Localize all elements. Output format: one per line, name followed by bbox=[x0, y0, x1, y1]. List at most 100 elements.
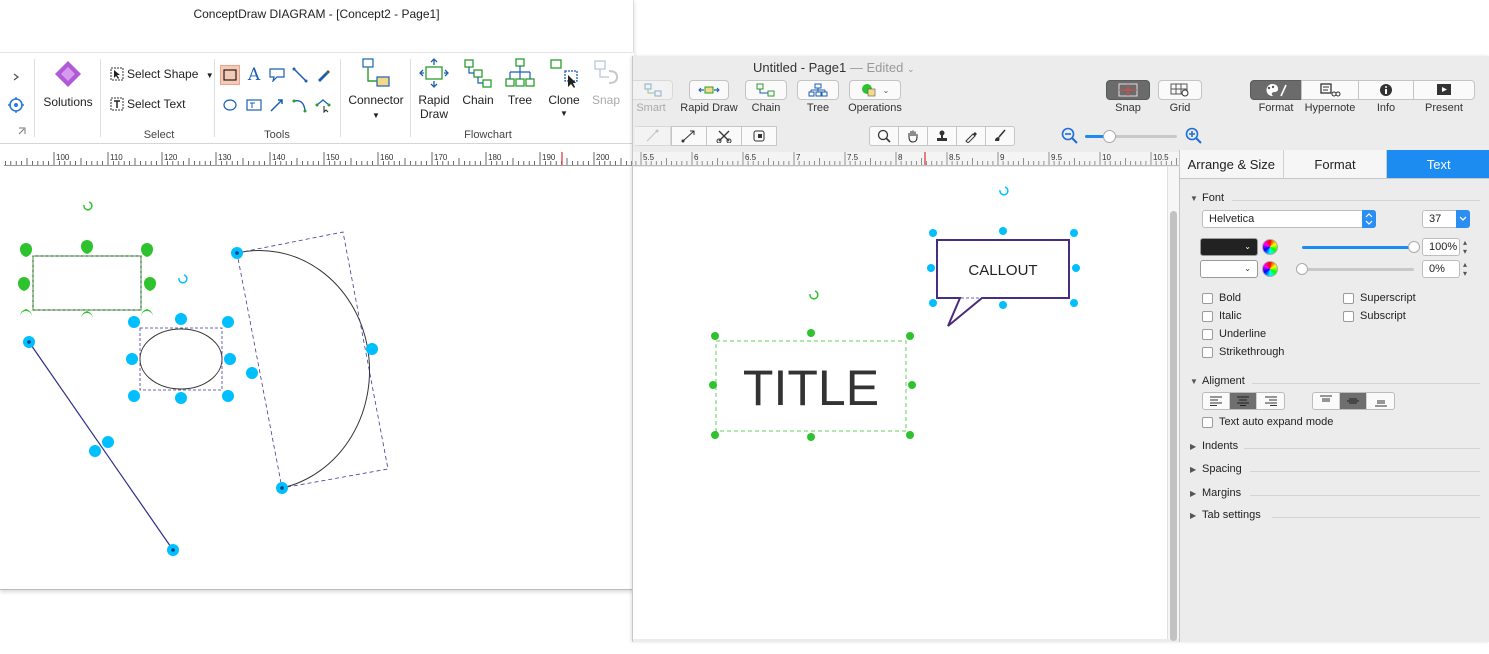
format-button[interactable] bbox=[1250, 80, 1302, 100]
eyedropper-tool[interactable] bbox=[956, 126, 986, 146]
scissors-tool[interactable] bbox=[706, 126, 742, 146]
strikethrough-checkbox[interactable]: Strikethrough bbox=[1202, 346, 1284, 358]
alignment-section-header[interactable]: ▼ Aligment bbox=[1190, 375, 1245, 387]
ellipse-tool-icon[interactable] bbox=[220, 95, 240, 115]
callout-text[interactable]: CALLOUT bbox=[968, 262, 1037, 279]
select-shape-button[interactable]: Select Shape ▼ bbox=[110, 67, 214, 81]
smart-connector-tool[interactable] bbox=[635, 126, 671, 146]
zoom-slider[interactable] bbox=[1085, 130, 1177, 143]
line-shape[interactable] bbox=[28, 341, 174, 551]
line-tool[interactable] bbox=[671, 126, 707, 146]
superscript-checkbox[interactable]: Superscript bbox=[1343, 292, 1416, 304]
margins-section-header[interactable]: ▶ Margins bbox=[1190, 487, 1241, 499]
rapid-draw-button[interactable]: Rapid Draw bbox=[414, 57, 454, 121]
brush-tool[interactable] bbox=[985, 126, 1015, 146]
zoom-in-icon[interactable] bbox=[1185, 127, 1203, 148]
align-top-icon[interactable] bbox=[1313, 393, 1340, 409]
bold-checkbox[interactable]: Bold bbox=[1202, 292, 1241, 304]
font-family-select[interactable]: Helvetica bbox=[1202, 210, 1376, 228]
align-right-icon[interactable] bbox=[1257, 393, 1284, 409]
align-center-icon[interactable] bbox=[1230, 393, 1257, 409]
tab-settings-section-header[interactable]: ▶ Tab settings bbox=[1190, 509, 1261, 521]
tab-text[interactable]: Text bbox=[1387, 150, 1489, 178]
spacing-section-header[interactable]: ▶ Spacing bbox=[1190, 463, 1242, 475]
smart-button[interactable] bbox=[633, 80, 673, 100]
rectangle-tool-icon[interactable] bbox=[220, 65, 240, 85]
target-icon[interactable] bbox=[6, 95, 26, 115]
rectangle-shape[interactable] bbox=[32, 255, 142, 311]
pen-tool-icon[interactable] bbox=[313, 65, 333, 85]
tab-arrange-size[interactable]: Arrange & Size bbox=[1180, 150, 1284, 178]
vertical-scrollbar[interactable] bbox=[1167, 167, 1179, 641]
drawing-canvas[interactable]: TITLE CALLOUT bbox=[633, 167, 1167, 639]
align-bottom-icon[interactable] bbox=[1367, 393, 1394, 409]
stamp-tool[interactable] bbox=[927, 126, 957, 146]
text-box-tool-icon[interactable] bbox=[244, 95, 264, 115]
rotate-handle-icon[interactable] bbox=[999, 186, 1009, 196]
italic-checkbox[interactable]: Italic bbox=[1202, 310, 1242, 322]
slider-knob[interactable] bbox=[1296, 263, 1308, 275]
zoom-out-icon[interactable] bbox=[1061, 127, 1079, 148]
rapid-draw-button[interactable] bbox=[689, 80, 729, 100]
hand-tool[interactable] bbox=[898, 126, 928, 146]
ellipse-shape[interactable] bbox=[139, 328, 223, 390]
text-color-well[interactable]: ⌄ bbox=[1200, 238, 1258, 256]
indents-section-header[interactable]: ▶ Indents bbox=[1190, 440, 1238, 452]
hypernote-button[interactable] bbox=[1301, 80, 1359, 100]
stepper-icon[interactable]: ▴ ▾ bbox=[1463, 238, 1467, 256]
align-middle-icon[interactable] bbox=[1340, 393, 1367, 409]
present-button[interactable] bbox=[1413, 80, 1475, 100]
clone-button[interactable]: Clone ▼ bbox=[542, 57, 586, 118]
scrollbar-thumb[interactable] bbox=[1170, 211, 1177, 641]
select-text-button[interactable]: Select Text bbox=[110, 97, 185, 111]
info-button[interactable] bbox=[1358, 80, 1414, 100]
rotate-handle-icon[interactable] bbox=[178, 274, 188, 284]
underline-checkbox[interactable]: Underline bbox=[1202, 328, 1266, 340]
tab-format[interactable]: Format bbox=[1283, 150, 1388, 178]
rotate-handle-icon[interactable] bbox=[809, 290, 819, 300]
title-text[interactable]: TITLE bbox=[743, 360, 879, 416]
opacity-slider-2[interactable] bbox=[1296, 263, 1414, 275]
arrow-tool-icon[interactable] bbox=[267, 95, 287, 115]
slider-knob[interactable] bbox=[1408, 241, 1420, 253]
subscript-checkbox[interactable]: Subscript bbox=[1343, 310, 1406, 322]
drawing-canvas[interactable] bbox=[4, 167, 632, 585]
bezier-tool-icon[interactable] bbox=[313, 95, 333, 115]
operations-button[interactable]: ⌄ bbox=[849, 80, 901, 100]
chevron-right-icon[interactable] bbox=[6, 67, 26, 87]
opacity-field-2[interactable]: 0% bbox=[1422, 260, 1460, 278]
connector-button[interactable]: Connector ▼ bbox=[344, 57, 408, 120]
font-size-field[interactable]: 37 bbox=[1422, 210, 1470, 228]
curve-tool-icon[interactable] bbox=[290, 95, 310, 115]
callout-shape[interactable] bbox=[936, 239, 1070, 327]
shape-tool[interactable] bbox=[741, 126, 777, 146]
opacity-field-1[interactable]: 100% bbox=[1422, 238, 1460, 256]
chevron-down-icon[interactable]: ⌄ bbox=[907, 64, 915, 74]
zoom-tool[interactable] bbox=[869, 126, 899, 146]
dialog-launcher-icon[interactable] bbox=[16, 125, 28, 137]
tree-button[interactable]: Tree bbox=[500, 57, 540, 107]
callout-tool-icon[interactable] bbox=[267, 65, 287, 85]
line-tool-icon[interactable] bbox=[290, 65, 310, 85]
arc-handles[interactable] bbox=[231, 247, 378, 494]
background-color-well[interactable]: ⌄ bbox=[1200, 260, 1258, 278]
chain-button[interactable]: Chain bbox=[458, 57, 498, 107]
grid-button[interactable] bbox=[1158, 80, 1202, 100]
solutions-button[interactable]: Solutions bbox=[40, 59, 96, 109]
text-tool-icon[interactable]: A bbox=[244, 65, 264, 85]
auto-expand-checkbox[interactable]: Text auto expand mode bbox=[1202, 416, 1333, 428]
stepper-icon[interactable]: ▴ ▾ bbox=[1463, 260, 1467, 278]
chain-button[interactable] bbox=[745, 80, 787, 100]
zoom-slider-knob[interactable] bbox=[1103, 130, 1116, 143]
opacity-slider-1[interactable] bbox=[1302, 241, 1420, 253]
color-wheel-icon[interactable] bbox=[1262, 239, 1278, 255]
align-left-icon[interactable] bbox=[1203, 393, 1230, 409]
arc-shape[interactable] bbox=[236, 249, 371, 489]
rotate-handle-icon[interactable] bbox=[83, 201, 93, 211]
color-wheel-icon[interactable] bbox=[1262, 261, 1278, 277]
green-handles[interactable] bbox=[18, 240, 156, 319]
snap-button[interactable]: Snap bbox=[588, 57, 624, 107]
tree-button[interactable] bbox=[797, 80, 839, 100]
snap-button[interactable] bbox=[1106, 80, 1150, 100]
font-section-header[interactable]: ▼ Font bbox=[1190, 192, 1224, 204]
